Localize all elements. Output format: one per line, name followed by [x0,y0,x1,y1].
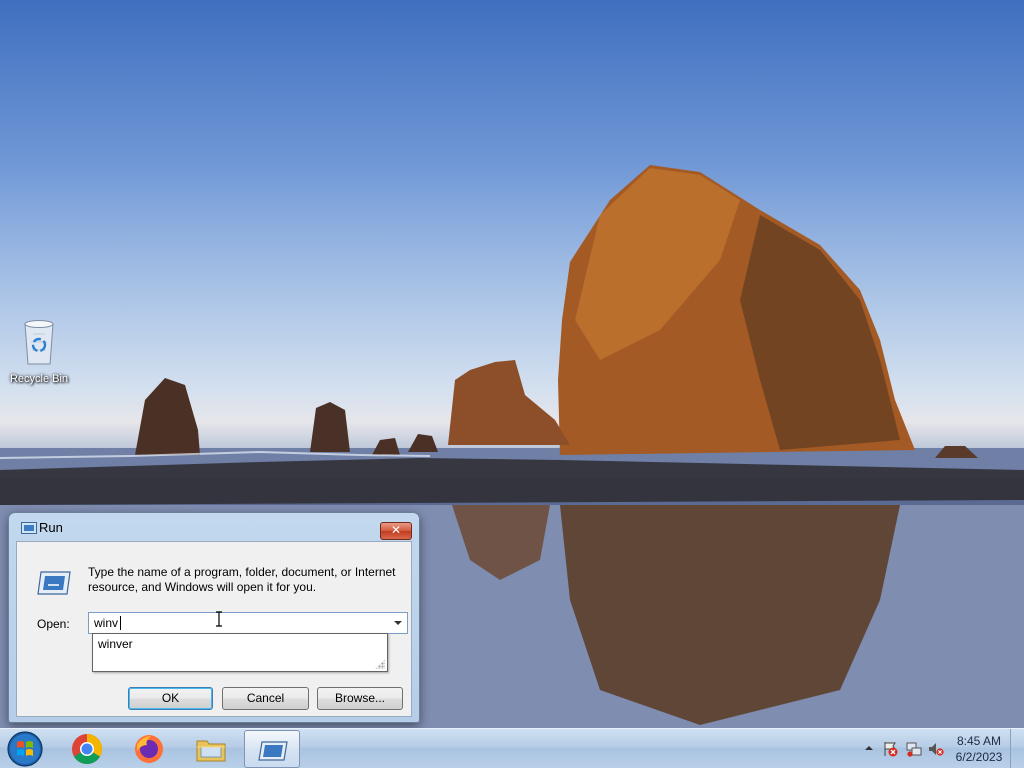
run-dialog: Run ✕ Type the name of a program, folder… [8,512,420,723]
taskbar-run[interactable] [244,730,300,768]
open-combobox[interactable]: winv [88,612,408,634]
system-tray: 8:45 AM 6/2/2023 [844,729,1024,768]
show-desktop-button[interactable] [1010,729,1024,768]
browse-button[interactable]: Browse... [317,687,403,710]
open-label: Open: [37,617,70,631]
cancel-button[interactable]: Cancel [222,687,309,710]
clock-date: 6/2/2023 [955,750,1003,764]
resize-grip-icon[interactable] [375,659,385,669]
run-program-icon [37,571,71,595]
firefox-icon [135,735,163,763]
run-dialog-body: Type the name of a program, folder, docu… [16,541,412,717]
open-input[interactable]: winv [94,616,118,630]
autocomplete-item[interactable]: winver [98,637,133,651]
recycle-bin-label: Recycle Bin [9,373,69,385]
run-icon [21,522,37,534]
ok-button[interactable]: OK [128,687,213,710]
recycle-bin-shortcut[interactable]: Recycle Bin [4,318,74,385]
taskbar-clock[interactable]: 8:45 AM 6/2/2023 [944,733,1014,765]
network-icon[interactable] [906,741,922,757]
ibeam-cursor-icon [216,611,222,627]
run-dialog-title: Run [39,520,63,535]
show-hidden-icons-icon[interactable] [864,743,874,753]
taskbar-file-explorer[interactable] [183,730,239,768]
clock-time: 8:45 AM [956,734,1002,748]
text-caret [120,616,121,630]
chrome-icon [72,733,102,765]
action-center-icon[interactable] [882,741,898,757]
file-explorer-icon [196,740,226,762]
start-orb-icon[interactable] [5,730,45,768]
close-button[interactable]: ✕ [380,522,412,540]
run-dialog-titlebar[interactable]: Run ✕ [9,513,419,541]
dropdown-arrow-icon[interactable] [389,613,407,633]
taskbar: 8:45 AM 6/2/2023 [0,728,1024,768]
run-description: Type the name of a program, folder, docu… [88,565,396,594]
autocomplete-dropdown: winver [92,633,388,672]
run-icon [258,741,288,761]
volume-muted-icon[interactable] [928,741,944,757]
recycle-bin-icon [24,320,54,365]
taskbar-firefox[interactable] [121,730,177,768]
taskbar-chrome[interactable] [59,730,115,768]
